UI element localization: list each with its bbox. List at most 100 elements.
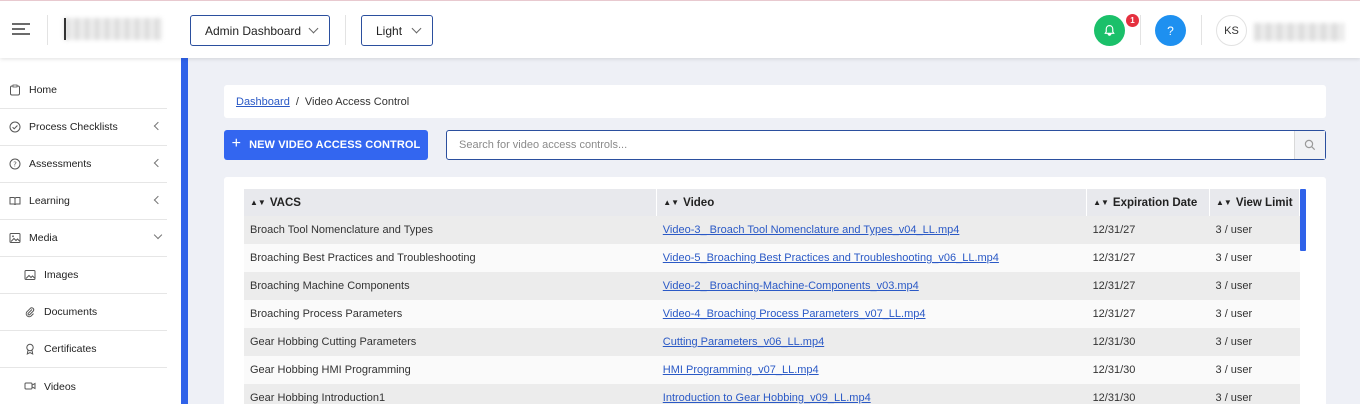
plus-icon: + bbox=[231, 135, 242, 152]
table-cell: Broaching Machine Components bbox=[244, 272, 657, 300]
divider bbox=[1140, 15, 1141, 45]
search-icon bbox=[1304, 139, 1316, 151]
divider bbox=[345, 15, 346, 45]
sidebar-item-label: Images bbox=[44, 269, 79, 281]
vacs-cell: Broaching Machine Components bbox=[250, 280, 410, 292]
sidebar-item-videos[interactable]: Videos bbox=[0, 368, 167, 404]
table-cell: Gear Hobbing Cutting Parameters bbox=[244, 328, 657, 356]
sidebar-item-label: Videos bbox=[44, 380, 76, 393]
notification-badge: 1 bbox=[1126, 14, 1139, 27]
table-cell: Video-3_ Broach Tool Nomenclature and Ty… bbox=[656, 216, 1087, 244]
search-button[interactable] bbox=[1294, 131, 1325, 159]
dashboard-select[interactable]: Admin Dashboard bbox=[190, 15, 330, 46]
theme-select-value: Light bbox=[376, 23, 403, 38]
company-logo bbox=[64, 18, 162, 40]
table-cell: Broaching Best Practices and Troubleshoo… bbox=[244, 244, 657, 272]
table-header-row: ▲▼ VACS ▲▼ Video ▲▼ Expiration Date ▲▼ View … bbox=[244, 189, 1300, 216]
table-cell: Gear Hobbing HMI Programming bbox=[244, 356, 657, 384]
top-bar: Admin Dashboard Light 1 ? KS bbox=[0, 0, 1360, 58]
chevron-left-icon bbox=[153, 158, 163, 168]
sidebar-item-label: Certificates bbox=[44, 343, 97, 355]
breadcrumb-separator: / bbox=[295, 95, 299, 108]
avatar[interactable]: KS bbox=[1216, 15, 1247, 46]
user-initials: KS bbox=[1224, 24, 1239, 37]
hamburger-icon[interactable] bbox=[12, 23, 30, 37]
table-cell: Broach Tool Nomenclature and Types bbox=[244, 216, 657, 244]
vacs-cell: Broaching Process Parameters bbox=[250, 308, 403, 320]
video-link[interactable]: Video-3_ Broach Tool Nomenclature and Ty… bbox=[663, 224, 960, 236]
book-open-icon bbox=[9, 197, 21, 206]
expiration-date-cell: 12/31/27 bbox=[1092, 308, 1136, 320]
table-cell: Video-4_Broaching Process Parameters_v07… bbox=[656, 300, 1087, 328]
table-cell: Video-2_ Broaching-Machine-Components_v0… bbox=[656, 272, 1087, 300]
table-scrollbar-thumb[interactable] bbox=[1300, 189, 1306, 251]
divider bbox=[1201, 15, 1202, 45]
table-cell: 3 / user bbox=[1209, 272, 1300, 300]
table-card: ▲▼ VACS ▲▼ Video ▲▼ Expiration Date ▲▼ View … bbox=[224, 177, 1326, 404]
column-header-view-limit[interactable]: ▲▼ View Limit bbox=[1209, 189, 1300, 216]
clipboard-icon bbox=[10, 84, 20, 96]
sort-icon: ▲▼ bbox=[663, 197, 680, 207]
dashboard-select-value: Admin Dashboard bbox=[205, 23, 302, 38]
table-cell: 12/31/27 bbox=[1086, 300, 1210, 328]
sidebar-item-home[interactable]: Home bbox=[0, 72, 167, 109]
video-link[interactable]: Introduction to Gear Hobbing_v09_LL.mp4 bbox=[663, 392, 871, 404]
sidebar-item-media[interactable]: Media bbox=[0, 220, 167, 257]
chevron-down-icon bbox=[308, 23, 319, 34]
new-button-label: NEW VIDEO ACCESS CONTROL bbox=[249, 139, 421, 151]
table-cell: 12/31/27 bbox=[1086, 272, 1210, 300]
table-row: Broach Tool Nomenclature and Types Video-… bbox=[244, 216, 1300, 244]
sidebar-item-label: Documents bbox=[44, 306, 98, 318]
vacs-cell: Broaching Best Practices and Troubleshoo… bbox=[250, 252, 476, 264]
view-limit-cell: 3 / user bbox=[1215, 364, 1253, 376]
table-cell: 3 / user bbox=[1209, 384, 1300, 404]
video-link[interactable]: Cutting Parameters_v06_LL.mp4 bbox=[663, 336, 824, 348]
table-cell: 12/31/27 bbox=[1086, 244, 1210, 272]
user-name[interactable] bbox=[1254, 23, 1344, 41]
table-cell: Cutting Parameters_v06_LL.mp4 bbox=[656, 328, 1087, 356]
breadcrumb-link-dashboard[interactable]: Dashboard bbox=[236, 96, 290, 108]
image-icon bbox=[24, 270, 36, 280]
theme-select[interactable]: Light bbox=[361, 15, 433, 46]
sidebar-item-process-checklists[interactable]: Process Checklists bbox=[0, 109, 167, 146]
video-link[interactable]: Video-5_Broaching Best Practices and Tro… bbox=[663, 252, 999, 264]
sidebar-item-certificates[interactable]: Certificates bbox=[0, 331, 167, 368]
table-row: Gear Hobbing Introduction1 Introduction t… bbox=[244, 384, 1300, 404]
sidebar-item-documents[interactable]: Documents bbox=[0, 294, 167, 331]
table-row: Gear Hobbing HMI Programming HMI Programm… bbox=[244, 356, 1300, 384]
column-header-expiration-date[interactable]: ▲▼ Expiration Date bbox=[1086, 189, 1211, 216]
sidebar-item-learning[interactable]: Learning bbox=[0, 183, 167, 220]
table-cell: 3 / user bbox=[1209, 244, 1300, 272]
notifications-button[interactable] bbox=[1094, 15, 1125, 46]
vacs-cell: Gear Hobbing HMI Programming bbox=[250, 364, 411, 376]
view-limit-cell: 3 / user bbox=[1215, 252, 1253, 264]
sidebar-item-label: Learning bbox=[29, 195, 70, 207]
sort-icon: ▲▼ bbox=[1093, 197, 1109, 207]
view-limit-cell: 3 / user bbox=[1215, 392, 1253, 404]
column-header-video[interactable]: ▲▼ Video bbox=[656, 189, 1088, 216]
column-header-vacs[interactable]: ▲▼ VACS bbox=[244, 189, 658, 216]
table-cell: Introduction to Gear Hobbing_v09_LL.mp4 bbox=[656, 384, 1087, 404]
sidebar-item-assessments[interactable]: ? Assessments bbox=[0, 146, 167, 183]
table-cell: Video-5_Broaching Best Practices and Tro… bbox=[656, 244, 1087, 272]
video-link[interactable]: Video-2_ Broaching-Machine-Components_v0… bbox=[663, 280, 919, 292]
vacs-cell: Gear Hobbing Introduction1 bbox=[250, 392, 386, 404]
search-input[interactable] bbox=[447, 131, 1295, 159]
sort-icon: ▲▼ bbox=[1216, 197, 1232, 207]
video-link[interactable]: Video-4_Broaching Process Parameters_v07… bbox=[663, 308, 926, 320]
sidebar-item-label: Process Checklists bbox=[29, 121, 118, 133]
breadcrumb: Dashboard / Video Access Control bbox=[224, 85, 1326, 118]
table-cell: 3 / user bbox=[1209, 216, 1300, 244]
new-video-access-control-button[interactable]: + NEW VIDEO ACCESS CONTROL bbox=[224, 130, 428, 160]
video-link[interactable]: HMI Programming_v07_LL.mp4 bbox=[663, 364, 819, 376]
award-icon bbox=[26, 343, 34, 355]
view-limit-cell: 3 / user bbox=[1215, 308, 1253, 320]
bell-icon bbox=[1104, 25, 1115, 36]
vacs-cell: Gear Hobbing Cutting Parameters bbox=[250, 336, 417, 348]
expiration-date-cell: 12/31/27 bbox=[1092, 280, 1136, 292]
svg-text:?: ? bbox=[13, 161, 17, 169]
table-cell: Gear Hobbing Introduction1 bbox=[244, 384, 657, 404]
sidebar-item-images[interactable]: Images bbox=[0, 257, 167, 294]
help-button[interactable]: ? bbox=[1155, 15, 1186, 46]
expiration-date-cell: 12/31/30 bbox=[1092, 364, 1136, 376]
